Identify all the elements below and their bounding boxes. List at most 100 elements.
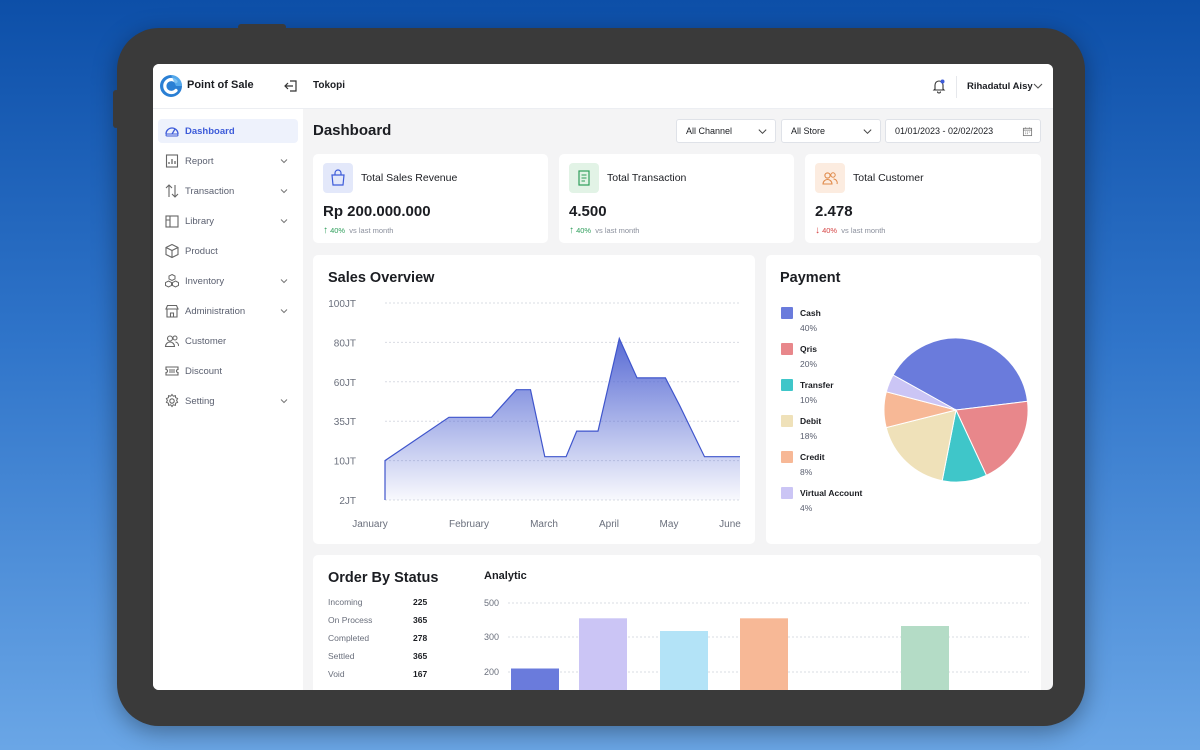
bar — [660, 631, 708, 690]
channel-select[interactable]: All Channel — [676, 119, 776, 143]
channel-select-value: All Channel — [686, 126, 733, 136]
page-title: Dashboard — [313, 122, 392, 139]
kpi-trend: ↓ 40% vs last month — [815, 225, 885, 236]
shopping-bag-icon — [323, 163, 353, 193]
ticket-icon — [165, 366, 179, 376]
sidebar-item-label: Customer — [185, 336, 227, 347]
order-status-card: Order By Status Incoming 225 On Process 365… — [313, 555, 1041, 690]
top-bar: Point of Sale Tokopi Rihadatul Aisy — [153, 64, 1053, 109]
date-range-value: 01/01/2023 - 02/02/2023 — [895, 126, 994, 136]
bell-icon[interactable] — [931, 78, 947, 94]
sidebar-item-label: Setting — [185, 396, 215, 407]
sidebar-item-discount[interactable]: Discount — [158, 359, 298, 383]
library-icon — [165, 215, 179, 228]
y-tick-label: 100JT — [328, 299, 356, 310]
y-tick-label: 300 — [484, 632, 499, 642]
sidebar-item-label: Administration — [185, 306, 246, 317]
store-select[interactable]: All Store — [781, 119, 881, 143]
sidebar-item-label: Dashboard — [185, 126, 235, 137]
sidebar-item-setting[interactable]: Setting — [158, 389, 298, 413]
kpi-trend: ↑ 40% vs last month — [323, 225, 393, 236]
bar — [511, 668, 559, 690]
arrow-up-icon: ↑ — [323, 225, 328, 236]
kpi-card-transaction: Total Transaction 4.500 ↑ 40% vs last mo… — [559, 154, 794, 243]
kpi-change: 40% — [822, 226, 838, 235]
y-tick-label: 60JT — [334, 378, 356, 389]
tablet-top-button — [238, 24, 286, 30]
kpi-value: 2.478 — [815, 203, 853, 220]
kpi-comparison: vs last month — [595, 226, 640, 235]
analytic-bar-chart: 500 300 200 — [484, 598, 1029, 690]
report-icon — [165, 154, 179, 168]
kpi-change: 40% — [576, 226, 592, 235]
gauge-icon — [165, 127, 179, 137]
arrow-down-icon: ↓ — [815, 225, 820, 236]
x-tick-label: June — [719, 519, 741, 530]
calendar-icon — [1022, 127, 1033, 137]
store-icon — [165, 304, 179, 318]
chevron-down-icon — [280, 159, 288, 164]
receipt-icon — [569, 163, 599, 193]
store-name: Tokopi — [313, 80, 346, 91]
users-icon — [164, 335, 180, 348]
sidebar-item-label: Report — [185, 156, 214, 167]
gear-icon — [165, 393, 179, 408]
x-tick-label: April — [599, 519, 619, 530]
bar — [579, 618, 627, 690]
sales-overview-card: Sales Overview 100JT 80JT 60JT 35JT 10JT 2JT J… — [313, 255, 755, 544]
sidebar-collapse-icon[interactable] — [283, 78, 299, 94]
kpi-comparison: vs last month — [349, 226, 394, 235]
sidebar-item-customer[interactable]: Customer — [158, 329, 298, 353]
sidebar-item-transaction[interactable]: Transaction — [158, 179, 298, 203]
kpi-label: Total Transaction — [607, 172, 687, 184]
sidebar-item-library[interactable]: Library — [158, 209, 298, 233]
kpi-comparison: vs last month — [841, 226, 886, 235]
chevron-down-icon — [863, 129, 872, 135]
y-tick-label: 200 — [484, 667, 499, 677]
chevron-down-icon — [280, 279, 288, 284]
tablet-side-button — [113, 90, 119, 128]
kpi-value: Rp 200.000.000 — [323, 203, 431, 220]
sidebar-item-label: Transaction — [185, 186, 235, 197]
chevron-down-icon — [280, 219, 288, 224]
kpi-label: Total Sales Revenue — [361, 172, 458, 184]
sidebar-item-label: Inventory — [185, 276, 225, 287]
y-tick-label: 10JT — [334, 457, 356, 468]
transaction-icon — [165, 184, 179, 198]
y-tick-label: 2JT — [339, 496, 356, 507]
y-tick-label: 500 — [484, 598, 499, 608]
y-tick-label: 80JT — [334, 338, 356, 349]
payment-card: Payment Cash 40% Qris 20% Transfer 10% Debit 18… — [766, 255, 1041, 544]
kpi-trend: ↑ 40% vs last month — [569, 225, 639, 236]
app-name: Point of Sale — [187, 79, 254, 91]
kpi-label: Total Customer — [853, 172, 924, 184]
sidebar-item-label: Product — [185, 246, 218, 257]
sidebar-item-report[interactable]: Report — [158, 149, 298, 173]
sidebar-item-product[interactable]: Product — [158, 239, 298, 263]
app-logo — [160, 75, 182, 97]
sidebar-item-inventory[interactable]: Inventory — [158, 269, 298, 293]
x-tick-label: March — [530, 519, 558, 530]
users-icon — [815, 163, 845, 193]
sidebar-item-dashboard[interactable]: Dashboard — [158, 119, 298, 143]
store-select-value: All Store — [791, 126, 826, 136]
sidebar-item-label: Library — [185, 216, 215, 227]
chevron-down-icon — [280, 399, 288, 404]
kpi-value: 4.500 — [569, 203, 607, 220]
boxes-icon — [165, 273, 179, 288]
sidebar: Dashboard Report Transaction Library Pro… — [153, 109, 303, 690]
topbar-divider — [956, 76, 957, 98]
box-icon — [165, 243, 179, 259]
y-tick-label: 35JT — [334, 417, 356, 428]
sidebar-item-label: Discount — [185, 366, 222, 377]
chevron-down-icon[interactable] — [1032, 80, 1044, 92]
bar — [740, 618, 788, 690]
chevron-down-icon — [758, 129, 767, 135]
arrow-up-icon: ↑ — [569, 225, 574, 236]
date-range-picker[interactable]: 01/01/2023 - 02/02/2023 — [885, 119, 1041, 143]
sales-overview-chart: 100JT 80JT 60JT 35JT 10JT 2JT January February M… — [328, 299, 741, 530]
sidebar-item-administration[interactable]: Administration — [158, 299, 298, 323]
x-tick-label: January — [352, 519, 388, 530]
bar — [901, 626, 949, 690]
user-name[interactable]: Rihadatul Aisy — [967, 81, 1033, 92]
